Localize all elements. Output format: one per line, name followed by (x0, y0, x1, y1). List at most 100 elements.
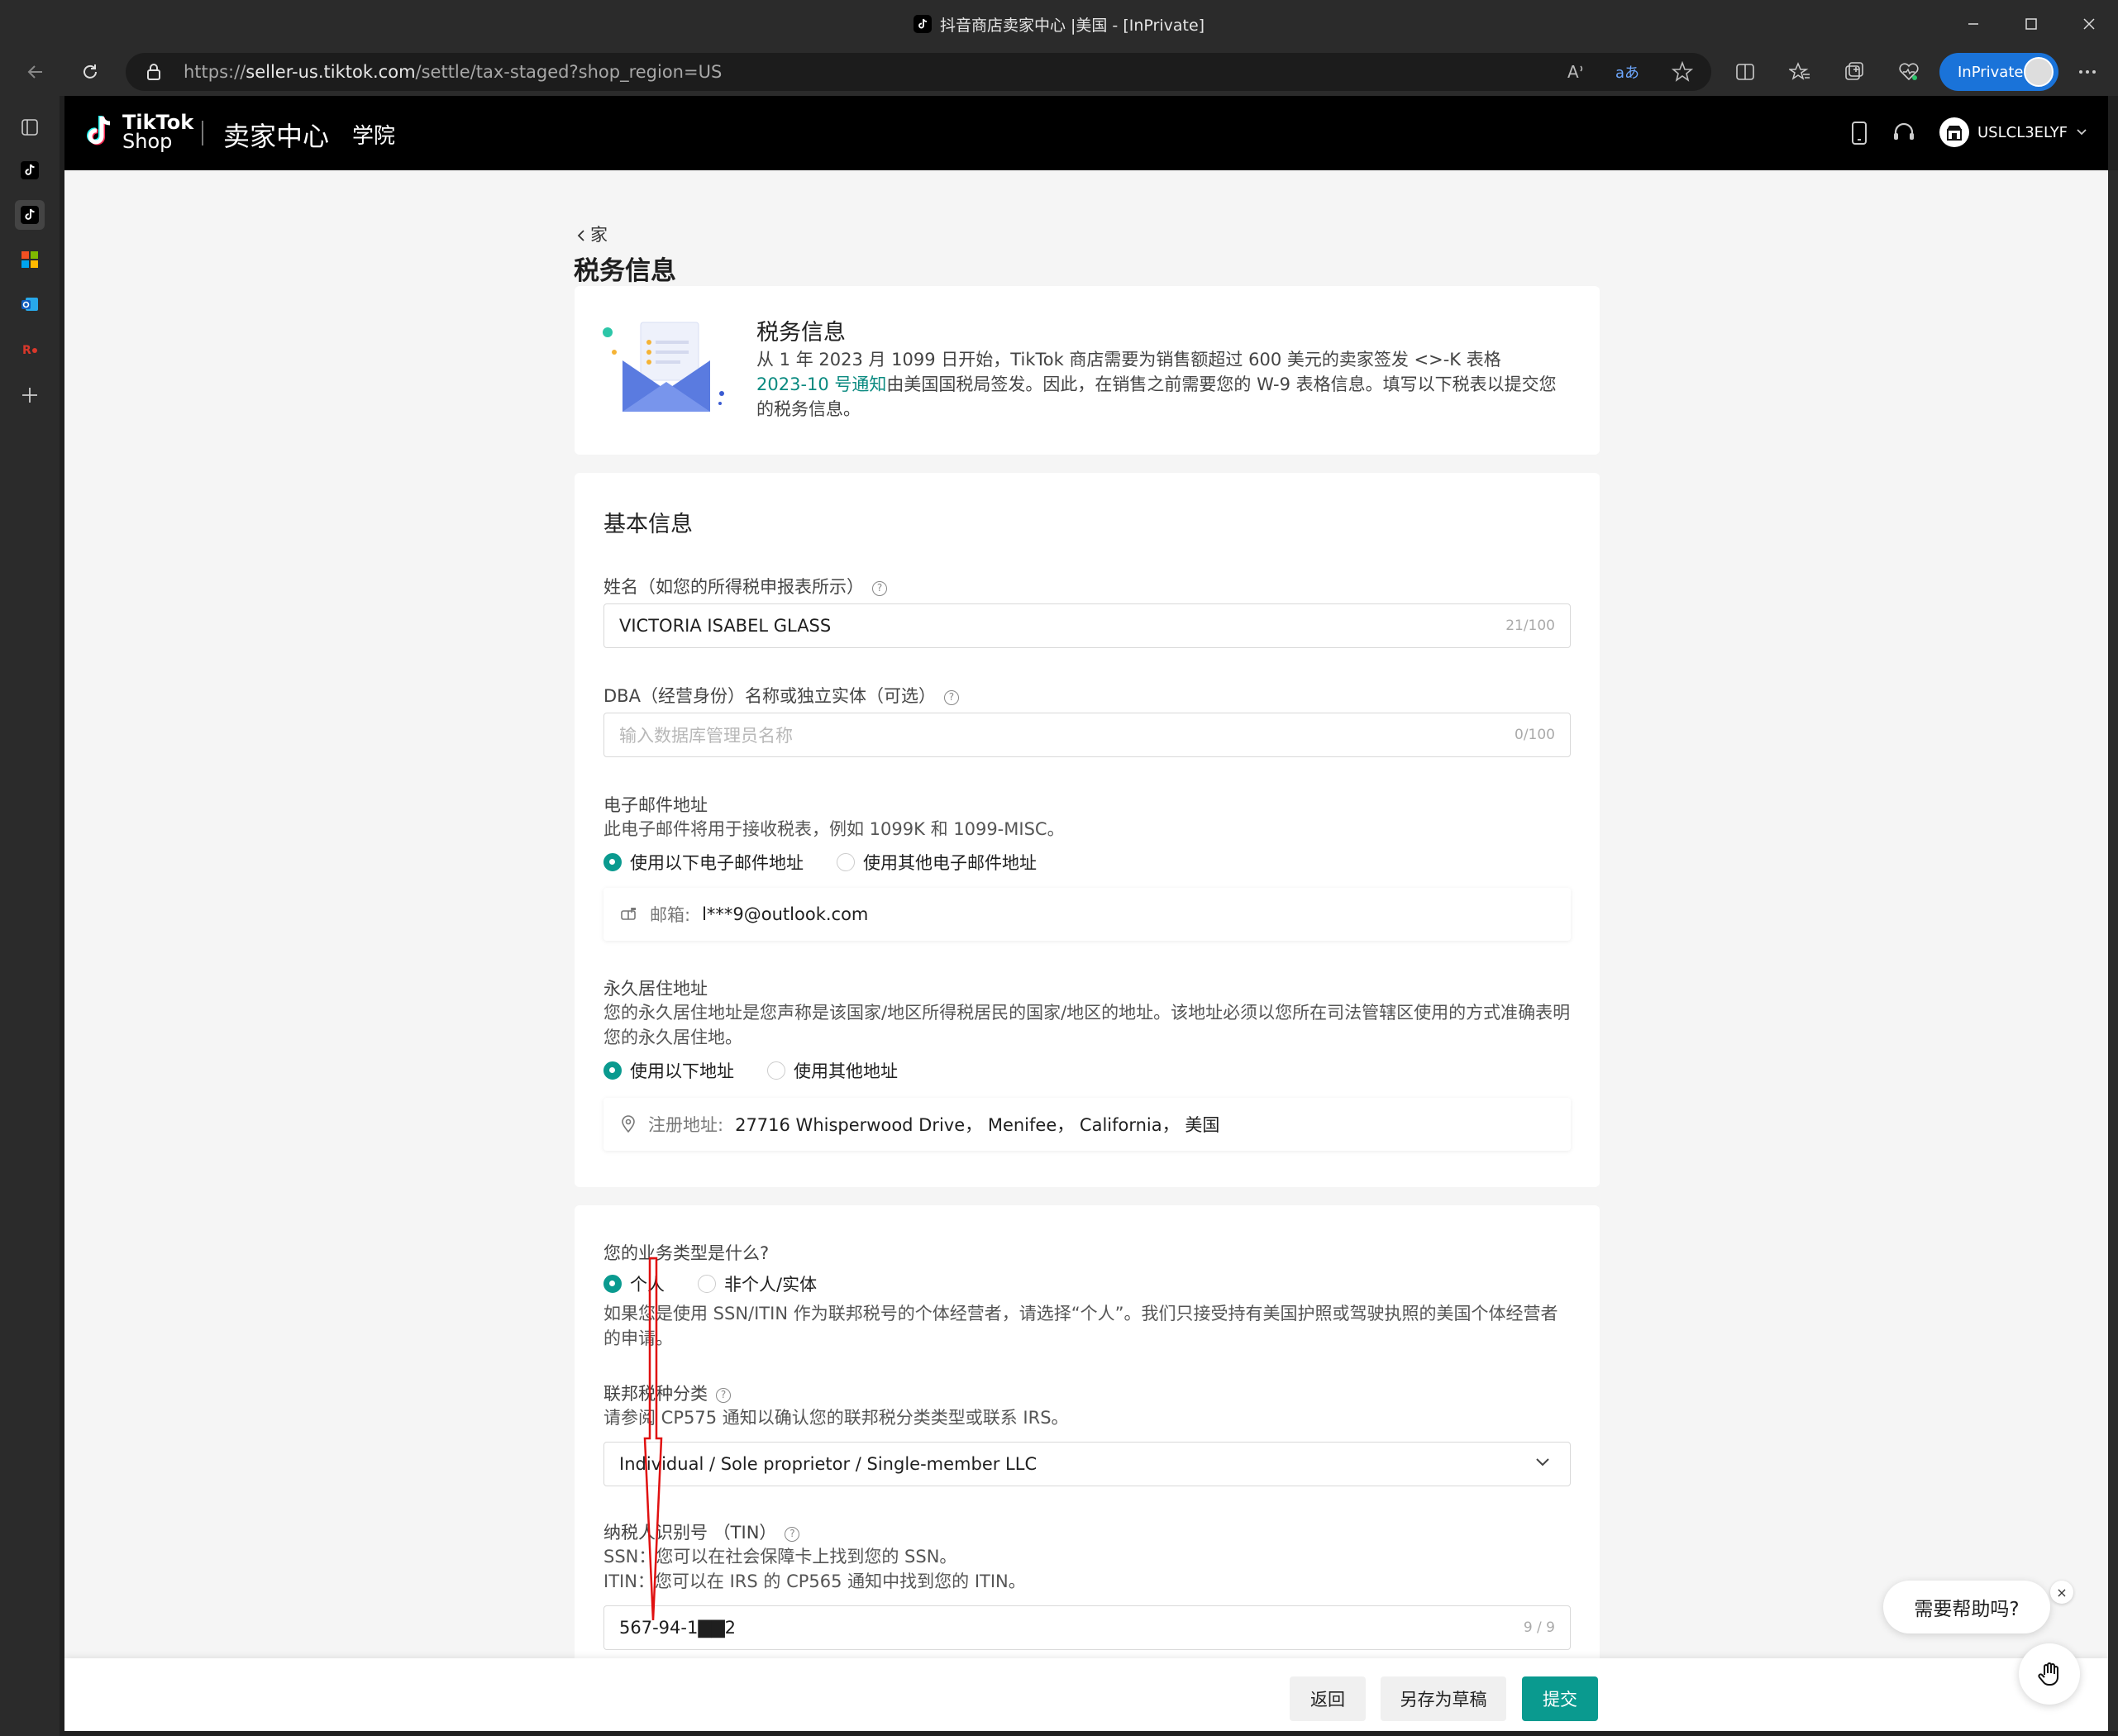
email-label: 电子邮件地址 (603, 795, 708, 815)
notice-link[interactable]: 2023-10 号通知 (756, 374, 886, 394)
tiktok-active-tab-icon[interactable] (15, 200, 45, 230)
chevron-down-icon (2076, 128, 2087, 136)
save-draft-button[interactable]: 另存为草稿 (1381, 1676, 1506, 1721)
envelope-illustration (599, 319, 732, 418)
back-button[interactable]: 返回 (1290, 1676, 1366, 1721)
window-titlebar: 抖音商店卖家中心 |美国 - [InPrivate] (0, 0, 2118, 48)
address-bar[interactable]: https://seller-us.tiktok.com/settle/tax-… (126, 53, 1711, 91)
address-label: 永久居住地址 (603, 979, 708, 999)
business-opt2-label[interactable]: 非个人/实体 (724, 1271, 817, 1296)
split-screen-icon[interactable] (1731, 58, 1759, 86)
submit-button[interactable]: 提交 (1522, 1676, 1598, 1721)
help-bubble[interactable]: 需要帮助吗? (1883, 1581, 2050, 1633)
edge-sidebar: R (0, 96, 60, 1736)
page-title: 税务信息 (574, 256, 676, 286)
help-question-icon[interactable]: ? (943, 690, 959, 705)
business-type-description: 如果您是使用 SSN/ITIN 作为联邦税号的个体经营者，请选择“个人”。我们只… (603, 1304, 1558, 1348)
email-radio-use-below[interactable] (603, 853, 622, 871)
tin-description-ssn: SSN：您可以在社会保障卡上找到您的 SSN。 (603, 1547, 957, 1567)
address-value: 27716 Whisperwood Drive， Menifee， Califo… (735, 1115, 1220, 1135)
app-tab-icon[interactable]: R (15, 334, 45, 364)
location-pin-icon (620, 1115, 637, 1133)
email-radio-use-other[interactable] (837, 853, 855, 871)
account-menu[interactable]: USLCL3ELYF (1939, 117, 2087, 147)
more-menu-icon[interactable] (2073, 58, 2101, 86)
url-text: https://seller-us.tiktok.com/settle/tax-… (184, 62, 723, 82)
inprivate-label: InPrivate (1958, 63, 2024, 81)
outlook-tab-icon[interactable] (15, 289, 45, 319)
customer-service-headset-icon[interactable] (1890, 119, 1918, 147)
email-radio-group: 使用以下电子邮件地址 使用其他电子邮件地址 (603, 850, 1061, 875)
window-title: 抖音商店卖家中心 |美国 - [InPrivate] (0, 0, 2118, 48)
email-description: 此电子邮件将用于接收税表，例如 1099K 和 1099-MISC。 (603, 819, 1065, 839)
favorites-icon[interactable] (1786, 58, 1814, 86)
read-aloud-icon[interactable]: A (1566, 61, 1587, 83)
business-type-card: 您的业务类型是什么? 个人 非个人/实体 如果您是使用 SSN/ITIN 作为联… (575, 1205, 1600, 1731)
mailbox-icon (620, 906, 638, 923)
name-input[interactable]: VICTORIA ISABEL GLASS 21/100 (603, 603, 1571, 648)
refresh-icon[interactable] (74, 56, 106, 88)
svg-text:aあ: aあ (1615, 64, 1639, 82)
address-radio-group: 使用以下地址 使用其他地址 (603, 1058, 923, 1083)
federal-tax-select[interactable]: Individual / Sole proprietor / Single-me… (603, 1442, 1571, 1486)
academy-link[interactable]: 学院 (352, 119, 395, 150)
name-char-count: 21/100 (1505, 618, 1555, 634)
business-radio-individual[interactable] (603, 1275, 622, 1293)
browser-essentials-icon[interactable] (1895, 58, 1923, 86)
breadcrumb-home[interactable]: 家 (590, 225, 608, 245)
profile-avatar (2024, 57, 2054, 87)
address-radio-use-other[interactable] (767, 1061, 785, 1080)
name-input-value: VICTORIA ISABEL GLASS (619, 616, 832, 636)
close-window-button[interactable] (2060, 0, 2118, 48)
dba-char-count: 0/100 (1515, 727, 1555, 743)
tax-info-card: 税务信息 从 1 年 2023 月 1099 日开始，TikTok 商店需要为销… (575, 286, 1600, 455)
addr-opt2-label[interactable]: 使用其他地址 (794, 1058, 898, 1083)
collections-icon[interactable] (1840, 58, 1868, 86)
microsoft-tab-icon[interactable] (15, 245, 45, 274)
tin-char-count: 9 / 9 (1523, 1619, 1555, 1636)
info-card-title: 税务信息 (756, 320, 846, 346)
back-arrow-icon[interactable] (20, 56, 51, 88)
address-radio-use-below[interactable] (603, 1061, 622, 1080)
tin-input[interactable]: 567-94-1▇▇2 9 / 9 (603, 1605, 1571, 1650)
basic-info-card: 基本信息 姓名（如您的所得税申报表所示）? VICTORIA ISABEL GL… (575, 473, 1600, 1187)
email-opt2-label[interactable]: 使用其他电子邮件地址 (863, 850, 1037, 875)
maximize-button[interactable] (2002, 0, 2060, 48)
logo-shop-text: Shop (122, 130, 173, 153)
lock-icon (145, 63, 162, 81)
tiktok-logo-icon (87, 116, 111, 145)
window-title-text: 抖音商店卖家中心 |美国 - [InPrivate] (939, 16, 1205, 35)
tiktok-shop-logo[interactable]: TikTok Shop (84, 112, 193, 153)
addr-opt1-label[interactable]: 使用以下地址 (630, 1058, 734, 1083)
page-scrollbar[interactable] (2108, 170, 2118, 1731)
seller-center-title[interactable]: 卖家中心 (223, 116, 329, 154)
help-question-icon[interactable]: ? (785, 1527, 800, 1542)
help-hand-icon[interactable] (2019, 1643, 2080, 1705)
tin-label: 纳税人识别号 （TIN）? (603, 1519, 800, 1544)
svg-text:R: R (22, 344, 31, 357)
form-footer: 返回 另存为草稿 提交 (64, 1658, 2108, 1731)
email-display-box: 邮箱: l***9@outlook.com (603, 888, 1571, 941)
tiktok-tab-icon[interactable] (15, 155, 45, 185)
basic-info-title: 基本信息 (603, 512, 693, 537)
account-id: USLCL3ELYF (1977, 123, 2068, 141)
svg-text:A: A (1567, 62, 1579, 82)
tab-actions-icon[interactable] (15, 112, 45, 142)
add-tab-icon[interactable] (15, 380, 45, 410)
federal-tax-description: 请参阅 CP575 通知以确认您的联邦税分类类型或联系 IRS。 (603, 1408, 1069, 1428)
tiktok-icon (913, 15, 932, 33)
email-opt1-label[interactable]: 使用以下电子邮件地址 (630, 850, 804, 875)
mobile-phone-icon[interactable] (1845, 119, 1873, 147)
address-key: 注册地址: (648, 1115, 724, 1135)
help-close-button[interactable]: × (2050, 1581, 2073, 1604)
minimize-button[interactable] (1944, 0, 2002, 48)
translate-icon[interactable]: aあ (1615, 61, 1640, 83)
help-question-icon[interactable]: ? (872, 581, 887, 596)
breadcrumb[interactable]: 家 (577, 222, 608, 246)
dba-input[interactable]: 输入数据库管理员名称 0/100 (603, 713, 1571, 757)
help-question-icon[interactable]: ? (716, 1388, 731, 1403)
favorite-star-icon[interactable] (1672, 61, 1693, 83)
header-divider (202, 121, 203, 145)
business-radio-entity[interactable] (698, 1275, 716, 1293)
inprivate-badge[interactable]: InPrivate (1939, 53, 2058, 91)
